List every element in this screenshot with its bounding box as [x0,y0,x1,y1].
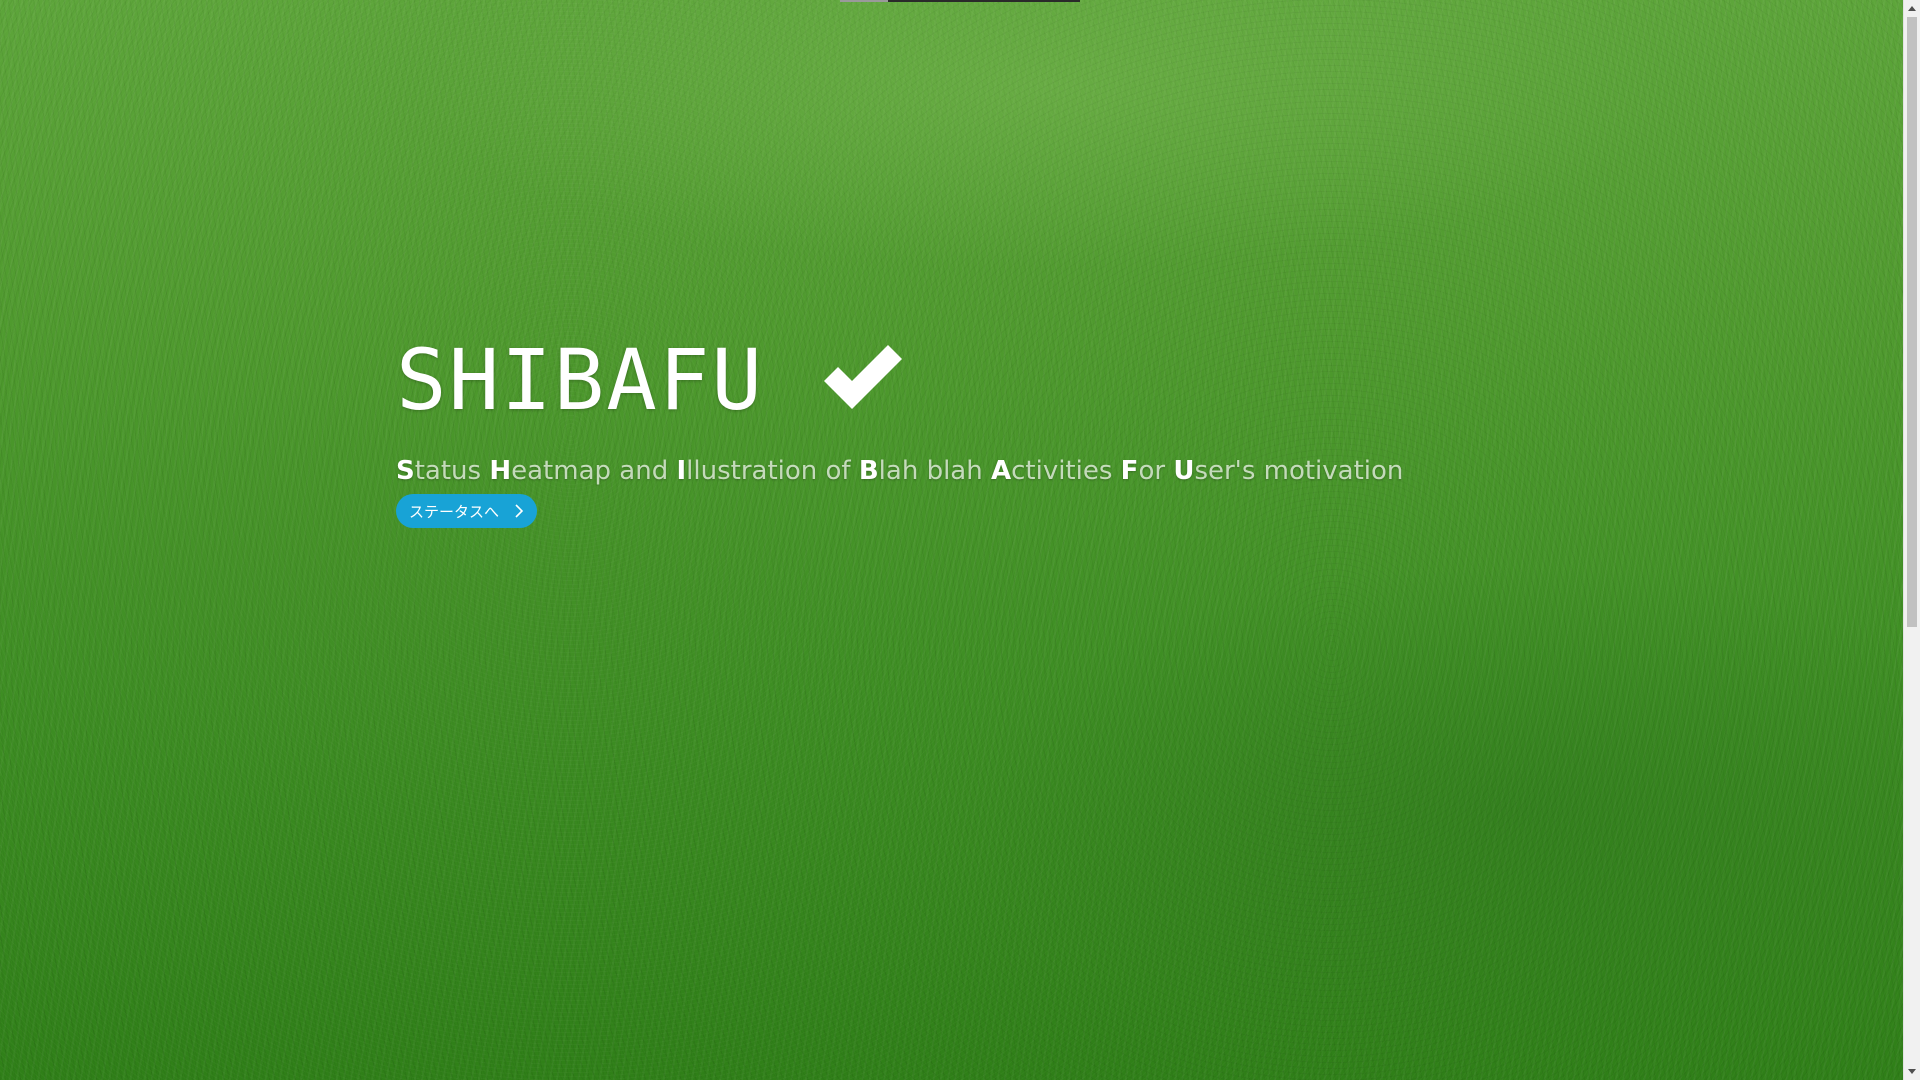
tagline-initial: U [1173,456,1195,486]
vertical-scrollbar[interactable] [1903,0,1920,1080]
status-button-label: ステータスへ [409,502,500,521]
tagline-word-rest: ser's motivation [1194,456,1404,486]
tagline-word-rest: eatmap and [511,456,677,486]
check-icon [818,341,906,413]
tagline-word-rest: lah blah [878,456,991,486]
tagline-initial: H [489,456,512,486]
chevron-right-icon [511,503,527,519]
tagline-initial: S [396,456,415,486]
tagline-initial: A [990,456,1012,486]
page-viewport: SHIBAFU Status Heatmap and Illustration … [0,0,1920,1080]
tagline-initial: B [858,456,879,486]
status-button[interactable]: ステータスへ [396,494,538,528]
tagline-initial: F [1120,456,1139,486]
top-progress-indicator [840,0,1080,2]
tagline-initial: I [676,456,687,486]
tagline-word-rest: tatus [414,456,490,486]
hero-section: SHIBAFU Status Heatmap and Illustration … [396,330,1496,528]
tagline-word-rest: ctivities [1011,456,1121,486]
tagline-word-rest: llustration of [686,456,859,486]
scroll-thumb[interactable] [1907,17,1917,627]
hero-title-row: SHIBAFU [396,330,1496,430]
grass-texture-overlay [0,0,1903,1080]
tagline: Status Heatmap and Illustration of Blah … [396,456,1496,486]
scroll-up-arrow-icon[interactable] [1904,0,1920,17]
page-title: SHIBAFU [396,331,765,429]
tagline-word-rest: or [1138,456,1174,486]
top-progress-segment [840,0,888,2]
scroll-down-arrow-icon[interactable] [1904,1063,1920,1080]
